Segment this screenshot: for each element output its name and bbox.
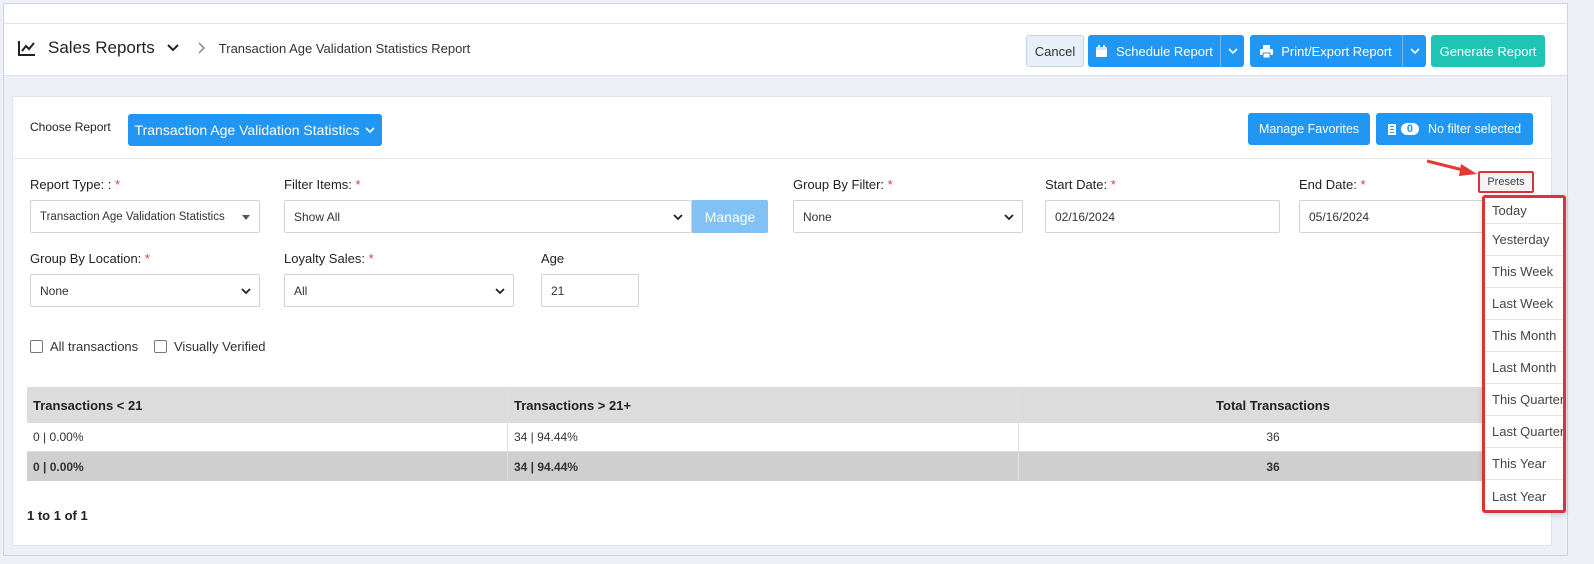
total-cell: 36: [1266, 459, 1280, 474]
page-title[interactable]: Sales Reports: [48, 38, 155, 58]
line-chart-icon: [18, 41, 35, 56]
all-transactions-label: All transactions: [50, 339, 139, 354]
checkbox-box[interactable]: [30, 340, 43, 353]
print-export-button[interactable]: Print/Export Report: [1250, 35, 1426, 67]
page-header: Sales Reports Transaction Age Validation…: [4, 24, 1567, 76]
choose-report-dropdown[interactable]: Transaction Age Validation Statistics: [128, 114, 382, 146]
schedule-dropdown-toggle[interactable]: [1220, 35, 1244, 67]
chevron-down-icon: [1004, 214, 1014, 221]
presets-dropdown: Today Yesterday This Week Last Week This…: [1482, 195, 1566, 513]
column-header[interactable]: Transactions > 21+: [508, 387, 1019, 423]
preset-last-quarter[interactable]: Last Quarter: [1485, 416, 1563, 448]
group-by-location-value: None: [40, 283, 69, 298]
report-chooser-bar: Choose Report Transaction Age Validation…: [13, 97, 1551, 159]
table-total-row: 0 | 0.00% 34 | 94.44% 36: [27, 452, 1497, 481]
filter-status-label: No filter selected: [1428, 122, 1522, 136]
printer-icon: [1260, 44, 1274, 58]
column-header[interactable]: Total Transactions: [1019, 387, 1497, 423]
loyalty-sales-label: Loyalty Sales: *: [284, 251, 374, 266]
filter-items-label: Filter Items: *: [284, 177, 361, 192]
end-date-label: End Date: *: [1299, 177, 1366, 192]
group-by-filter-select[interactable]: None: [793, 200, 1023, 233]
results-table: Transactions < 21 Transactions > 21+ Tot…: [27, 387, 1497, 481]
end-date-input[interactable]: 05/16/2024: [1299, 200, 1489, 233]
chevron-down-icon: [365, 127, 376, 134]
chevron-down-icon: [1227, 48, 1238, 55]
report-panel: Choose Report Transaction Age Validation…: [12, 96, 1552, 546]
filter-items-select[interactable]: Show All: [284, 200, 692, 233]
print-export-label: Print/Export Report: [1281, 43, 1392, 59]
schedule-report-button[interactable]: Schedule Report: [1088, 35, 1244, 67]
filter-count-badge: 0: [1400, 123, 1419, 135]
total-cell: 34 | 94.44%: [508, 452, 1019, 481]
preset-today[interactable]: Today: [1485, 198, 1563, 224]
chevron-down-icon: [673, 214, 683, 221]
preset-this-month[interactable]: This Month: [1485, 320, 1563, 352]
preset-yesterday[interactable]: Yesterday: [1485, 224, 1563, 256]
visually-verified-checkbox[interactable]: Visually Verified: [154, 339, 266, 354]
checkbox-box[interactable]: [154, 340, 167, 353]
report-type-value: Transaction Age Validation Statistics: [40, 210, 225, 223]
top-strip: [4, 4, 1567, 24]
age-input[interactable]: 21: [541, 274, 639, 307]
group-by-location-label: Group By Location: *: [30, 251, 150, 266]
total-cell: 0 | 0.00%: [27, 452, 508, 481]
calendar-icon: [1096, 44, 1108, 57]
start-date-label: Start Date: *: [1045, 177, 1116, 192]
presets-button[interactable]: Presets: [1478, 171, 1534, 193]
arrow-annotation-icon: [1426, 159, 1477, 176]
filter-selector-button[interactable]: 0 No filter selected: [1376, 113, 1533, 145]
selected-report: Transaction Age Validation Statistics: [134, 122, 360, 138]
preset-last-month[interactable]: Last Month: [1485, 352, 1563, 384]
group-by-location-select[interactable]: None: [30, 274, 260, 307]
age-label: Age: [541, 251, 565, 266]
chevron-down-icon[interactable]: [167, 43, 179, 53]
print-dropdown-toggle[interactable]: [1402, 35, 1426, 67]
column-header[interactable]: Transactions < 21: [27, 387, 508, 423]
report-type-label: Report Type: : *: [30, 177, 121, 192]
generate-report-button[interactable]: Generate Report: [1431, 35, 1545, 67]
start-date-input[interactable]: 02/16/2024: [1045, 200, 1280, 233]
preset-last-week[interactable]: Last Week: [1485, 288, 1563, 320]
chevron-down-icon: [495, 288, 505, 295]
group-by-filter-label: Group By Filter: *: [793, 177, 893, 192]
all-transactions-checkbox[interactable]: All transactions: [30, 339, 138, 354]
schedule-report-label: Schedule Report: [1116, 43, 1213, 59]
preset-this-quarter[interactable]: This Quarter: [1485, 384, 1563, 416]
table-cell: 34 | 94.44%: [508, 423, 1019, 451]
manage-button[interactable]: Manage: [692, 200, 768, 233]
loyalty-sales-select[interactable]: All: [284, 274, 514, 307]
loyalty-sales-value: All: [294, 283, 308, 298]
table-header-row: Transactions < 21 Transactions > 21+ Tot…: [27, 387, 1497, 423]
manage-favorites-button[interactable]: Manage Favorites: [1248, 113, 1370, 145]
breadcrumb: Transaction Age Validation Statistics Re…: [218, 40, 471, 56]
report-type-select[interactable]: Transaction Age Validation Statistics: [30, 200, 260, 233]
header-title-group: Sales Reports Transaction Age Validation…: [18, 38, 470, 58]
preset-last-year[interactable]: Last Year: [1485, 480, 1563, 510]
preset-this-week[interactable]: This Week: [1485, 256, 1563, 288]
group-by-filter-value: None: [803, 209, 832, 224]
choose-report-label: Choose Report: [30, 120, 111, 134]
filter-items-value: Show All: [294, 209, 341, 224]
table-cell: 0 | 0.00%: [27, 423, 508, 451]
chevron-down-icon: [1409, 48, 1420, 55]
table-cell: 36: [1266, 430, 1280, 444]
pagination-info: 1 to 1 of 1: [27, 508, 88, 523]
visually-verified-label: Visually Verified: [174, 339, 266, 354]
table-row: 0 | 0.00% 34 | 94.44% 36: [27, 423, 1497, 452]
chevron-right-icon: [198, 42, 205, 54]
filter-list-icon: [1387, 123, 1396, 135]
preset-this-year[interactable]: This Year: [1485, 448, 1563, 480]
cancel-button[interactable]: Cancel: [1026, 35, 1084, 67]
chevron-down-icon: [241, 288, 251, 295]
caret-down-icon: [242, 215, 250, 220]
